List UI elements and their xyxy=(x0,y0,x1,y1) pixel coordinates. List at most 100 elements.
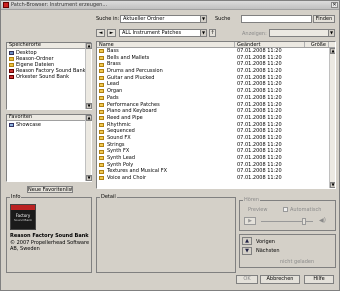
autoplay-checkbox[interactable] xyxy=(283,207,288,212)
favorites-panel: Favoriten Showcase ▲ ▼ xyxy=(6,114,92,182)
file-row[interactable]: Reed and Pipe 07.01.2008 11:20 xyxy=(97,115,335,122)
folder-icon xyxy=(99,176,104,181)
file-row[interactable]: Lead 07.01.2008 11:20 xyxy=(97,81,335,88)
locations-header: Speicherorte xyxy=(7,43,91,49)
file-name-cell: Synth Poly xyxy=(97,162,235,169)
app-icon xyxy=(3,2,9,8)
volume-slider-handle[interactable] xyxy=(302,218,306,225)
file-row[interactable]: Performance Patches 07.01.2008 11:20 xyxy=(97,102,335,109)
file-row[interactable]: Synth Lead 07.01.2008 11:20 xyxy=(97,155,335,162)
search-in-label: Suche in: xyxy=(96,16,120,22)
window-title: Patch-Browser: Instrument erzeugen... xyxy=(11,2,108,8)
folder-icon xyxy=(99,142,104,147)
speaker-icon: ◀) xyxy=(319,217,326,224)
file-name-cell: Lead xyxy=(97,81,235,88)
autoplay-label: Automatisch xyxy=(290,207,322,213)
new-favorites-list-button[interactable]: Neue Favoritenliste xyxy=(27,186,73,193)
file-date-cell: 07.01.2008 11:20 xyxy=(237,134,282,141)
next-button[interactable]: ▼ xyxy=(242,247,252,255)
cancel-button[interactable]: Abbrechen xyxy=(260,275,300,284)
previous-button[interactable]: ▲ xyxy=(242,237,252,245)
close-button[interactable]: ✕ xyxy=(331,2,338,8)
file-row[interactable]: Synth Poly 07.01.2008 11:20 xyxy=(97,162,335,169)
file-date-cell: 07.01.2008 11:20 xyxy=(237,54,282,61)
folder-icon xyxy=(99,122,104,127)
folder-icon xyxy=(99,109,104,114)
view-select[interactable]: ▼ xyxy=(269,29,335,37)
file-row[interactable]: Pads 07.01.2008 11:20 xyxy=(97,95,335,102)
file-date-cell: 07.01.2008 11:20 xyxy=(237,175,282,182)
previous-label: Vorigen xyxy=(256,239,275,245)
file-row[interactable]: Bass 07.01.2008 11:20 xyxy=(97,48,335,55)
scroll-up-icon[interactable]: ▲ xyxy=(86,115,92,121)
file-list-scrollbar[interactable]: ▲ ▼ xyxy=(329,48,335,188)
column-name-header[interactable]: Name xyxy=(97,42,235,48)
file-row[interactable]: Rhythmic 07.01.2008 11:20 xyxy=(97,122,335,129)
file-row[interactable]: Organ 07.01.2008 11:20 xyxy=(97,88,335,95)
column-date-header[interactable]: Geändert xyxy=(235,42,305,48)
arrow-down-icon: ▼ xyxy=(245,248,249,254)
folder-icon xyxy=(99,82,104,87)
scroll-up-icon[interactable]: ▲ xyxy=(86,43,92,49)
locations-scrollbar[interactable]: ▲ ▼ xyxy=(85,43,92,109)
file-name-cell: Synth FX xyxy=(97,148,235,155)
file-row[interactable]: Piano and Keyboard 07.01.2008 11:20 xyxy=(97,108,335,115)
folder-icon xyxy=(99,62,104,67)
file-row[interactable]: Brass 07.01.2008 11:20 xyxy=(97,61,335,68)
file-name-cell: Synth Lead xyxy=(97,155,235,162)
file-row[interactable]: Voice and Choir 07.01.2008 11:20 xyxy=(97,175,335,182)
scroll-down-icon[interactable]: ▼ xyxy=(86,175,92,181)
find-button[interactable]: Finden xyxy=(313,15,335,23)
folder-icon xyxy=(99,116,104,121)
file-date-cell: 07.01.2008 11:20 xyxy=(237,48,282,54)
path-value: ALL Instrument Patches xyxy=(122,30,182,36)
favorite-item-showcase[interactable]: Showcase xyxy=(7,122,87,128)
file-date-cell: 07.01.2008 11:20 xyxy=(237,148,282,155)
forward-button[interactable]: ► xyxy=(107,29,116,37)
search-in-select[interactable]: Aktueller Ordner ▼ xyxy=(120,15,207,23)
file-date-cell: 07.01.2008 11:20 xyxy=(237,88,282,95)
favorites-header: Favoriten xyxy=(7,115,91,121)
path-select[interactable]: ALL Instrument Patches ▼ xyxy=(119,29,207,37)
file-row[interactable]: Guitar and Plucked 07.01.2008 11:20 xyxy=(97,75,335,82)
file-name-cell: Pads xyxy=(97,95,235,102)
search-input[interactable] xyxy=(241,15,312,23)
chevron-down-icon: ▼ xyxy=(328,30,334,36)
location-item-orkester-bank[interactable]: Orkester Sound Bank xyxy=(7,74,87,80)
favorites-scrollbar[interactable]: ▲ ▼ xyxy=(85,115,92,181)
file-name-cell: Sequenced xyxy=(97,128,235,135)
info-bank-name: Reason Factory Sound Bank xyxy=(10,233,89,239)
file-name-cell: Piano and Keyboard xyxy=(97,108,235,115)
search-label: Suche xyxy=(215,16,231,22)
file-name-cell: Bells and Mallets xyxy=(97,55,235,62)
play-button[interactable]: ▶ xyxy=(244,217,256,225)
file-row[interactable]: Bells and Mallets 07.01.2008 11:20 xyxy=(97,55,335,62)
file-name-cell: Voice and Choir xyxy=(97,175,235,182)
file-row[interactable]: Sound FX 07.01.2008 11:20 xyxy=(97,135,335,142)
patch-browser-window: Patch-Browser: Instrument erzeugen... ✕ … xyxy=(0,0,340,291)
help-button[interactable]: Hilfe xyxy=(304,275,334,284)
column-size-header[interactable]: Größe xyxy=(305,42,329,48)
file-row[interactable]: Textures and Musical FX 07.01.2008 11:20 xyxy=(97,168,335,175)
file-name-cell: Sound FX xyxy=(97,135,235,142)
folder-icon xyxy=(99,96,104,101)
file-row[interactable]: Strings 07.01.2008 11:20 xyxy=(97,142,335,149)
file-name-cell: Rhythmic xyxy=(97,122,235,129)
folder-up-button[interactable]: ↑ xyxy=(209,29,216,37)
preview-label: Preview xyxy=(248,207,268,213)
detail-group-label: Detail xyxy=(100,194,117,200)
scroll-down-icon[interactable]: ▼ xyxy=(330,182,335,188)
file-row[interactable]: Synth FX 07.01.2008 11:20 xyxy=(97,148,335,155)
scroll-down-icon[interactable]: ▼ xyxy=(86,103,92,109)
folder-icon xyxy=(99,49,104,54)
factory-sound-bank-logo: Factory Sound Bank xyxy=(10,204,36,230)
file-row[interactable]: Drums and Percussion 07.01.2008 11:20 xyxy=(97,68,335,75)
file-date-cell: 07.01.2008 11:20 xyxy=(237,128,282,135)
back-button[interactable]: ◄ xyxy=(96,29,105,37)
folder-icon xyxy=(99,89,104,94)
ok-button[interactable]: OK xyxy=(236,275,258,284)
info-copyright: © 2007 Propellerhead Software AB, Sweden xyxy=(10,240,90,252)
file-row[interactable]: Sequenced 07.01.2008 11:20 xyxy=(97,128,335,135)
scroll-up-icon[interactable]: ▲ xyxy=(330,48,335,54)
load-status: nicht geladen xyxy=(280,259,315,265)
